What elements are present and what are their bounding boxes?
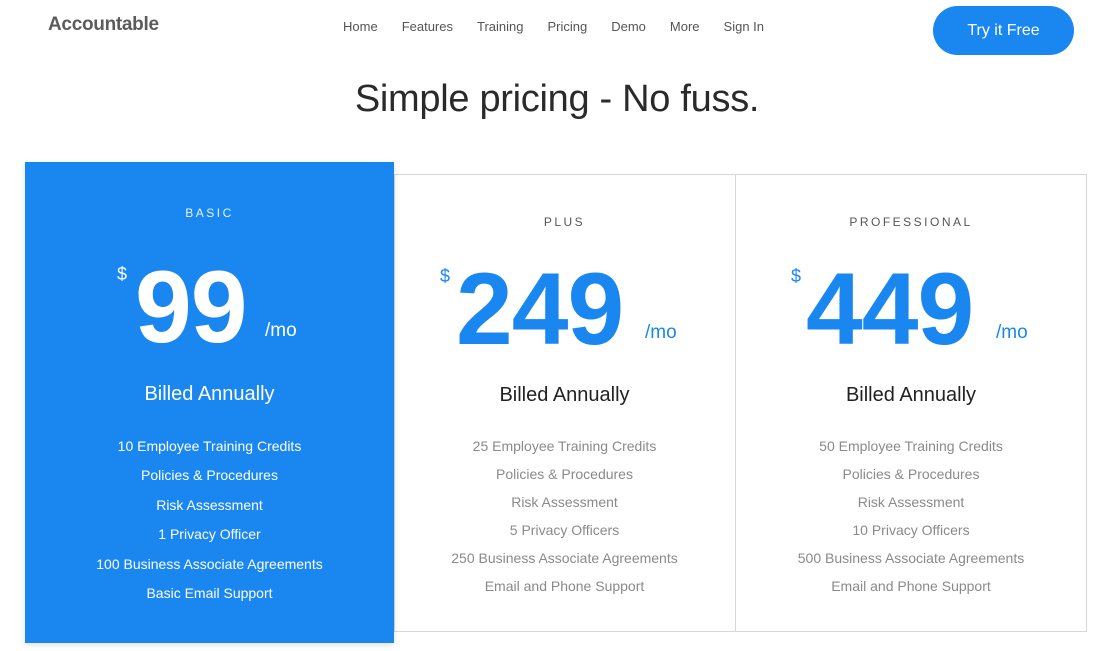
feature-list: 25 Employee Training Credits Policies & … (394, 432, 735, 600)
feature-item: 10 Privacy Officers (852, 522, 970, 538)
plan-name: BASIC (185, 206, 234, 220)
feature-item: 10 Employee Training Credits (117, 438, 302, 454)
plan-card-plus[interactable]: PLUS $ 249 /mo Billed Annually 25 Employ… (394, 174, 735, 632)
feature-item: Risk Assessment (511, 494, 618, 510)
feature-item: Email and Phone Support (831, 578, 991, 594)
feature-item: 250 Business Associate Agreements (451, 550, 678, 566)
nav-more[interactable]: More (670, 19, 700, 34)
feature-item: Risk Assessment (156, 496, 263, 513)
try-it-free-button[interactable]: Try it Free (933, 6, 1074, 55)
main-nav: Home Features Training Pricing Demo More… (343, 19, 788, 34)
feature-item: Policies & Procedures (496, 466, 633, 482)
billing-note: Billed Annually (144, 383, 275, 405)
currency-symbol: $ (791, 266, 802, 286)
feature-item: Email and Phone Support (484, 578, 645, 594)
plan-card-basic[interactable]: BASIC $ 99 /mo Billed Annually 10 Employ… (25, 162, 394, 643)
nav-features[interactable]: Features (402, 19, 453, 34)
plan-card-professional[interactable]: PROFESSIONAL $ 449 /mo Billed Annually 5… (735, 174, 1087, 632)
price-amount: 249 (456, 252, 624, 366)
nav-training[interactable]: Training (477, 19, 523, 34)
feature-item: 25 Employee Training Credits (472, 438, 657, 454)
feature-list: 50 Employee Training Credits Policies & … (735, 432, 1087, 600)
feature-item: 500 Business Associate Agreements (797, 550, 1025, 566)
page-title: Simple pricing - No fuss. (354, 78, 760, 120)
pricing-page: Accountable Home Features Training Prici… (0, 0, 1114, 651)
nav-demo[interactable]: Demo (611, 19, 646, 34)
logo[interactable]: Accountable (48, 14, 159, 36)
nav-pricing[interactable]: Pricing (547, 19, 587, 34)
nav-home[interactable]: Home (343, 19, 378, 34)
feature-item: Basic Email Support (146, 585, 273, 602)
feature-item: 100 Business Associate Agreements (96, 555, 323, 572)
feature-item: Policies & Procedures (141, 467, 278, 484)
price-period: /mo (645, 322, 677, 343)
feature-item: 5 Privacy Officers (509, 522, 620, 538)
price-amount: 99 (135, 250, 247, 364)
plan-name: PLUS (543, 215, 586, 229)
price-amount: 449 (806, 252, 974, 366)
billing-note: Billed Annually (499, 384, 630, 406)
plan-price: $ 99 /mo (25, 252, 394, 362)
billing-note: Billed Annually (845, 384, 977, 406)
plan-price: $ 449 /mo (735, 254, 1087, 364)
plan-name: PROFESSIONAL (849, 215, 973, 229)
price-period: /mo (265, 320, 297, 341)
currency-symbol: $ (117, 264, 128, 284)
nav-sign-in[interactable]: Sign In (724, 19, 764, 34)
feature-item: 50 Employee Training Credits (819, 438, 1003, 454)
price-period: /mo (996, 322, 1028, 343)
feature-item: 1 Privacy Officer (158, 526, 261, 543)
feature-item: Risk Assessment (857, 494, 965, 510)
plan-price: $ 249 /mo (394, 254, 735, 364)
currency-symbol: $ (440, 266, 451, 286)
feature-list: 10 Employee Training Credits Policies & … (25, 432, 394, 608)
feature-item: Policies & Procedures (842, 466, 980, 482)
